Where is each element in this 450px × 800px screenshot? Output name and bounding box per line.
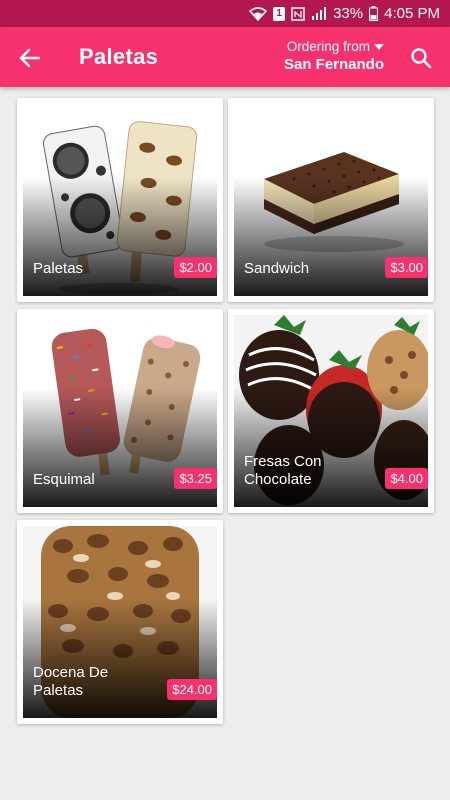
product-price: $2.00: [174, 257, 217, 278]
product-name: Sandwich: [244, 260, 310, 277]
search-icon: [411, 48, 432, 69]
product-image: Esquimal $3.25: [23, 315, 217, 507]
product-image: Docena De Paletas $24.00: [23, 526, 217, 718]
product-card-docena-de-paletas[interactable]: Docena De Paletas $24.00: [17, 520, 223, 724]
signal-icon: [311, 6, 327, 21]
back-button[interactable]: [14, 42, 46, 74]
search-button[interactable]: [404, 41, 438, 75]
page-title: Paletas: [79, 44, 159, 69]
product-price: $4.00: [385, 468, 428, 489]
product-price: $3.00: [385, 257, 428, 278]
product-card-esquimal[interactable]: Esquimal $3.25: [17, 309, 223, 513]
product-name: Esquimal: [33, 471, 95, 488]
app-bar: Paletas Ordering from San Fernando: [0, 27, 450, 87]
dropdown-arrow-icon: [374, 43, 384, 50]
product-price: $3.25: [174, 468, 217, 489]
battery-percent: 33%: [333, 5, 364, 22]
product-image: Sandwich $3.00: [234, 104, 428, 296]
product-name: Paletas: [33, 260, 84, 277]
product-card-sandwich[interactable]: Sandwich $3.00: [228, 98, 434, 302]
status-bar: 1 33% 4:05 PM: [0, 0, 450, 27]
product-card-fresas-con-chocolate[interactable]: Fresas Con Chocolate $4.00: [228, 309, 434, 513]
image-shade: [234, 387, 428, 507]
image-shade: [23, 176, 217, 296]
location-selector[interactable]: Ordering from San Fernando: [284, 39, 384, 73]
product-price: $24.00: [167, 679, 217, 700]
product-image: Paletas $2.00: [23, 104, 217, 296]
back-arrow-icon: [19, 48, 41, 68]
ordering-label: Ordering from: [286, 39, 370, 54]
battery-icon: [369, 6, 379, 21]
sim-badge: 1: [273, 6, 286, 21]
image-shade: [234, 176, 428, 296]
wifi-icon: [249, 6, 268, 21]
product-name: Docena De Paletas: [33, 664, 109, 699]
image-shade: [23, 598, 217, 718]
clock: 4:05 PM: [384, 5, 440, 22]
nfc-icon: [291, 6, 305, 21]
product-image: Fresas Con Chocolate $4.00: [234, 315, 428, 507]
image-shade: [23, 387, 217, 507]
product-name: Fresas Con Chocolate: [244, 453, 322, 488]
product-card-paletas[interactable]: Paletas $2.00: [17, 98, 223, 302]
location-name: San Fernando: [283, 56, 384, 73]
